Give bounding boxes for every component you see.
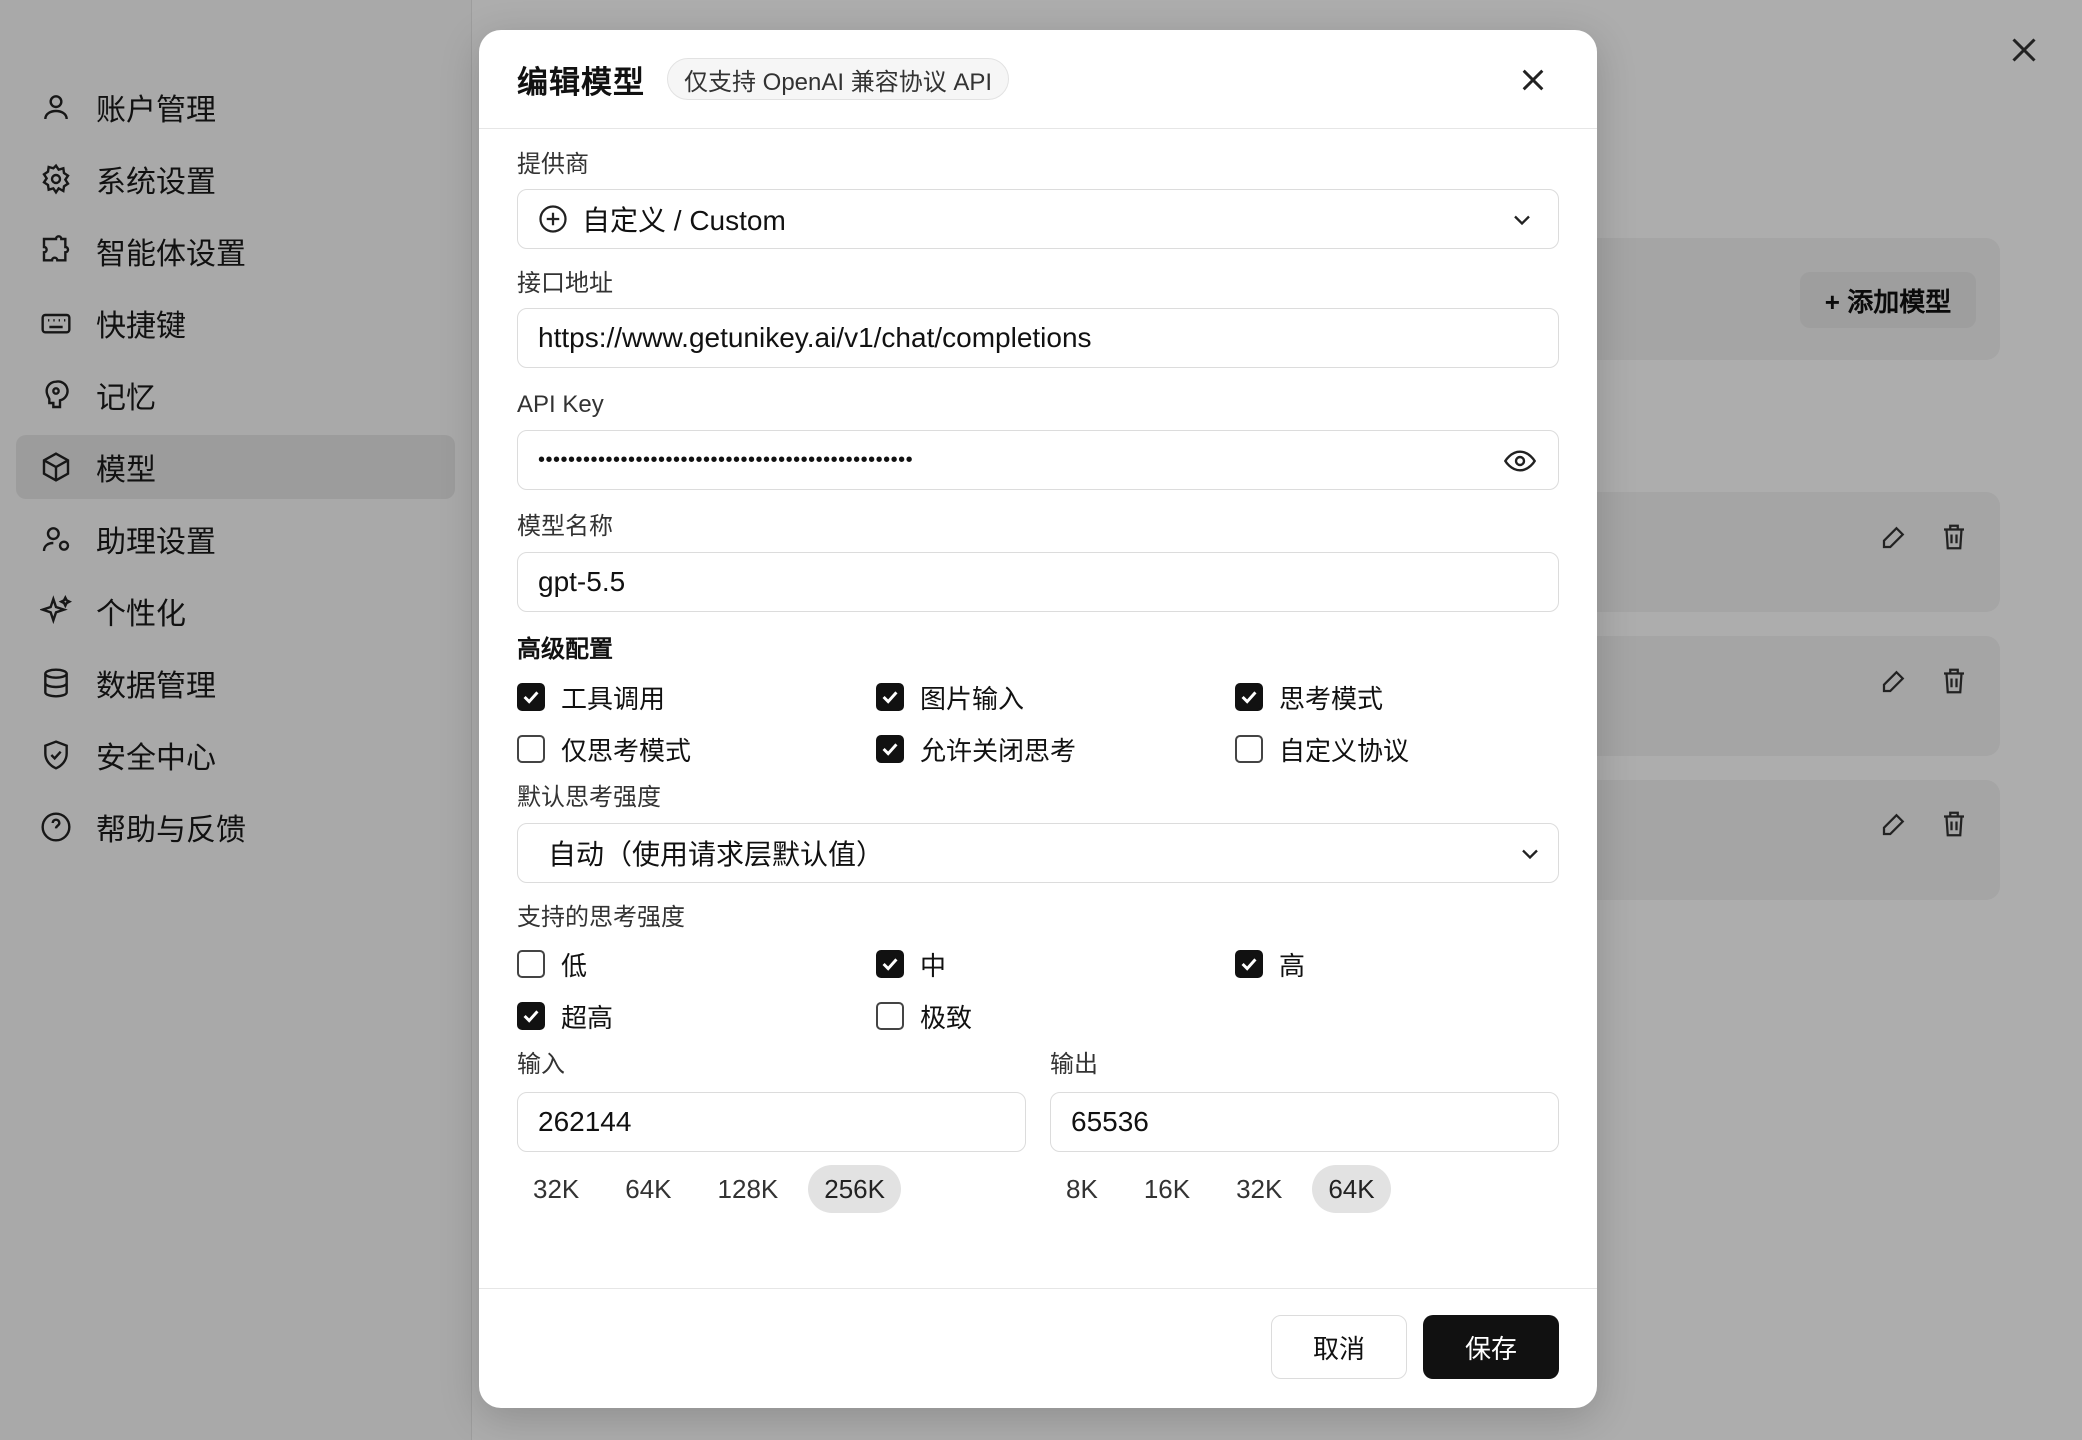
checkbox-allow-disable-thinking[interactable]: 允许关闭思考: [876, 723, 1235, 775]
check-icon: [1241, 958, 1257, 971]
provider-label: 提供商: [517, 151, 589, 178]
provider-select[interactable]: 自定义 / Custom: [517, 189, 1559, 249]
input-tokens-label: 输入: [517, 1051, 565, 1078]
checkbox-tool-calling[interactable]: 工具调用: [517, 671, 876, 723]
dialog-title: 编辑模型: [517, 64, 645, 100]
input-tokens-input[interactable]: [538, 1106, 1005, 1138]
checkbox-box[interactable]: [517, 950, 545, 978]
checkbox-box[interactable]: [876, 683, 904, 711]
preset-chip[interactable]: 32K: [1220, 1165, 1298, 1213]
model-name-input[interactable]: [538, 566, 1538, 598]
advanced-options: 工具调用 图片输入 思考模式 仅思考模式 允许关闭思考 自定义协议: [517, 671, 1559, 775]
advanced-label: 高级配置: [517, 636, 613, 663]
checkbox-image-input[interactable]: 图片输入: [876, 671, 1235, 723]
cancel-button[interactable]: 取消: [1271, 1315, 1407, 1379]
save-button[interactable]: 保存: [1423, 1315, 1559, 1379]
supported-effort-label: 支持的思考强度: [517, 904, 685, 931]
checkbox-label: 中: [920, 950, 947, 981]
checkbox-label: 思考模式: [1279, 683, 1384, 714]
check-icon: [523, 1010, 539, 1023]
checkbox-label: 极致: [920, 1002, 973, 1033]
preset-chip[interactable]: 32K: [517, 1165, 595, 1213]
input-tokens-field[interactable]: [517, 1092, 1026, 1152]
checkbox-effort-max[interactable]: 极致: [876, 990, 1235, 1042]
checkbox-thinking-mode[interactable]: 思考模式: [1235, 671, 1555, 723]
edit-model-dialog: 编辑模型 仅支持 OpenAI 兼容协议 API 提供商 自定义 / Custo…: [479, 30, 1597, 1408]
api-key-field[interactable]: ••••••••••••••••••••••••••••••••••••••••…: [517, 430, 1559, 490]
endpoint-label: 接口地址: [517, 270, 613, 297]
provider-value: 自定义 / Custom: [582, 205, 786, 236]
dialog-body: 提供商 自定义 / Custom 接口地址 API Key ••••••••••…: [479, 150, 1597, 1214]
token-limits: 输入 32K 64K 128K 256K 输出 8K 16K: [517, 1050, 1559, 1214]
preset-chip-selected[interactable]: 256K: [808, 1165, 901, 1213]
preset-chip[interactable]: 64K: [609, 1165, 687, 1213]
plus-circle-icon: [539, 205, 567, 233]
check-icon: [1241, 691, 1257, 704]
check-icon: [523, 691, 539, 704]
checkbox-label: 低: [561, 950, 588, 981]
output-presets: 8K 16K 32K 64K: [1050, 1164, 1559, 1214]
default-effort-label: 默认思考强度: [517, 784, 661, 811]
model-name-field[interactable]: [517, 552, 1559, 612]
output-tokens-label: 输出: [1050, 1051, 1098, 1078]
preset-chip[interactable]: 16K: [1128, 1165, 1206, 1213]
api-key-value: ••••••••••••••••••••••••••••••••••••••••…: [538, 448, 914, 471]
supported-effort-options: 低 中 高 超高 极致: [517, 938, 1559, 1042]
checkbox-label: 工具调用: [561, 683, 666, 714]
output-tokens-field[interactable]: [1050, 1092, 1559, 1152]
preset-chip[interactable]: 8K: [1050, 1165, 1114, 1213]
checkbox-label: 允许关闭思考: [920, 735, 1077, 766]
checkbox-box[interactable]: [1235, 950, 1263, 978]
default-effort-select[interactable]: 自动（使用请求层默认值）: [517, 823, 1559, 883]
model-name-label: 模型名称: [517, 513, 613, 540]
output-tokens-group: 输出 8K 16K 32K 64K: [1050, 1050, 1559, 1214]
checkbox-box[interactable]: [1235, 683, 1263, 711]
output-tokens-input[interactable]: [1071, 1106, 1538, 1138]
check-icon: [882, 958, 898, 971]
checkbox-label: 超高: [561, 1002, 614, 1033]
checkbox-box[interactable]: [517, 1002, 545, 1030]
checkbox-effort-medium[interactable]: 中: [876, 938, 1235, 990]
chevron-down-icon: [1514, 215, 1530, 226]
checkbox-box[interactable]: [1235, 735, 1263, 763]
checkbox-box[interactable]: [517, 683, 545, 711]
checkbox-box[interactable]: [517, 735, 545, 763]
checkbox-custom-protocol[interactable]: 自定义协议: [1235, 723, 1555, 775]
input-presets: 32K 64K 128K 256K: [517, 1164, 1026, 1214]
checkbox-effort-high[interactable]: 高: [1235, 938, 1555, 990]
input-tokens-group: 输入 32K 64K 128K 256K: [517, 1050, 1026, 1214]
preset-chip[interactable]: 128K: [702, 1165, 795, 1213]
checkbox-label: 图片输入: [920, 683, 1025, 714]
checkbox-box[interactable]: [876, 735, 904, 763]
endpoint-input[interactable]: [538, 322, 1538, 354]
checkbox-box[interactable]: [876, 1002, 904, 1030]
protocol-badge: 仅支持 OpenAI 兼容协议 API: [667, 58, 1010, 100]
eye-icon[interactable]: [1504, 445, 1536, 477]
checkbox-label: 自定义协议: [1279, 735, 1410, 766]
endpoint-field[interactable]: [517, 308, 1559, 368]
checkbox-effort-xhigh[interactable]: 超高: [517, 990, 876, 1042]
check-icon: [882, 691, 898, 704]
default-effort-value: 自动（使用请求层默认值）: [548, 839, 885, 870]
check-icon: [882, 743, 898, 756]
chevron-down-icon: [1522, 849, 1538, 860]
dialog-footer: 取消 保存: [479, 1288, 1597, 1408]
dialog-header: 编辑模型 仅支持 OpenAI 兼容协议 API: [479, 30, 1597, 129]
checkbox-box[interactable]: [876, 950, 904, 978]
checkbox-thinking-only[interactable]: 仅思考模式: [517, 723, 876, 775]
checkbox-label: 仅思考模式: [561, 735, 692, 766]
checkbox-label: 高: [1279, 950, 1306, 981]
checkbox-effort-low[interactable]: 低: [517, 938, 876, 990]
api-key-label: API Key: [517, 391, 604, 418]
close-icon[interactable]: [1517, 64, 1549, 96]
preset-chip-selected[interactable]: 64K: [1312, 1165, 1391, 1213]
